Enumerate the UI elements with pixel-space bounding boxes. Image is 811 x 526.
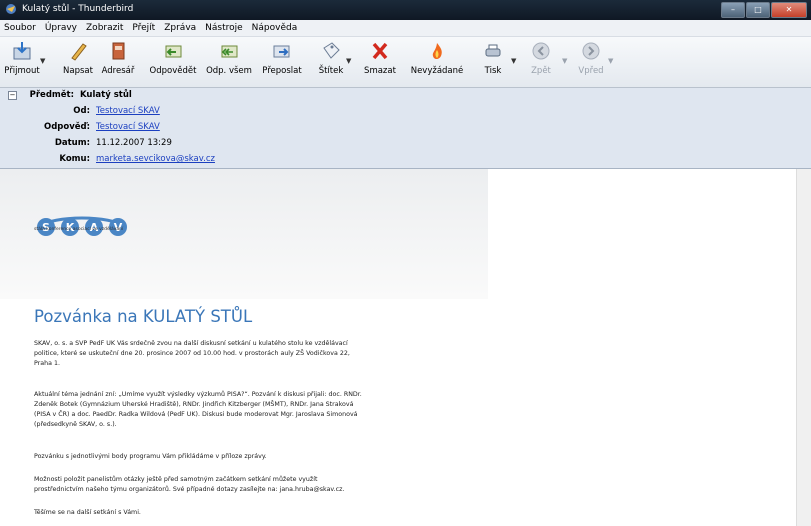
reply-all-button[interactable]: Odp. všem xyxy=(202,40,256,84)
to-link[interactable]: marketa.sevcikova@skav.cz xyxy=(96,154,215,164)
menu-message[interactable]: Zpráva xyxy=(164,23,196,33)
addressbook-button[interactable]: Adresář xyxy=(98,40,138,84)
junk-flame-icon xyxy=(432,43,442,59)
minimize-button[interactable]: – xyxy=(721,2,745,18)
subject-label: Předmět: xyxy=(29,90,74,100)
maximize-button[interactable]: □ xyxy=(746,2,770,18)
reply-to-row: Odpověď: Testovací SKAV xyxy=(0,122,811,134)
date-label: Datum: xyxy=(54,138,90,148)
write-button[interactable]: Napsat xyxy=(58,40,98,84)
paragraph-4: Možnosti položit panelistům otázky ještě… xyxy=(34,476,345,493)
forward-icon xyxy=(273,45,290,58)
tag-dropdown-icon[interactable]: ▼ xyxy=(346,57,351,65)
paragraph-5: Těšíme se na další setkání s Vámi. xyxy=(34,509,141,516)
menu-bar: Soubor Úpravy Zobrazit Přejít Zpráva Nás… xyxy=(0,20,811,37)
menu-tools[interactable]: Nástroje xyxy=(205,23,243,33)
address-book-icon xyxy=(112,42,125,60)
receive-dropdown-icon[interactable]: ▼ xyxy=(40,57,45,65)
next-button[interactable]: Vpřed xyxy=(574,40,608,84)
menu-view[interactable]: Zobrazit xyxy=(86,23,123,33)
reply-button[interactable]: Odpovědět xyxy=(146,40,200,84)
paragraph-3: Pozvánku s jednotlivými body programu Vá… xyxy=(34,453,267,460)
print-dropdown-icon[interactable]: ▼ xyxy=(511,57,516,65)
title-bar: Kulatý stůl - Thunderbird – □ ✕ xyxy=(0,0,811,20)
close-button[interactable]: ✕ xyxy=(771,2,807,18)
printer-icon xyxy=(485,44,501,57)
back-arrow-icon xyxy=(532,42,550,60)
paragraph-1: SKAV, o. s. a SVP PedF UK Vás srdečně zv… xyxy=(34,340,350,367)
tag-button[interactable]: Štítek xyxy=(314,40,348,84)
to-row: Komu: marketa.sevcikova@skav.cz xyxy=(0,154,811,166)
reply-icon xyxy=(165,45,182,58)
subject-value: Kulatý stůl xyxy=(80,90,132,100)
reply-all-icon xyxy=(221,45,238,58)
forward-button[interactable]: Přeposlat xyxy=(258,40,306,84)
message-body: S K A V stálá konference asociací ve vzd… xyxy=(0,169,811,526)
menu-help[interactable]: Nápověda xyxy=(252,23,298,33)
delete-icon xyxy=(372,42,388,60)
vertical-scrollbar[interactable] xyxy=(796,169,811,526)
date-row: Datum: 11.12.2007 13:29 xyxy=(0,138,811,150)
reply-to-label: Odpověď: xyxy=(43,122,90,132)
message-heading: Pozvánka na KULATÝ STŮL xyxy=(34,307,253,326)
message-header: − Předmět: Kulatý stůl Od: Testovací SKA… xyxy=(0,88,811,169)
reply-to-link[interactable]: Testovací SKAV xyxy=(96,122,160,132)
window-title: Kulatý stůl - Thunderbird xyxy=(22,4,134,14)
from-label: Od: xyxy=(73,106,90,116)
menu-edit[interactable]: Úpravy xyxy=(45,23,77,33)
delete-button[interactable]: Smazat xyxy=(360,40,400,84)
thunderbird-app-icon xyxy=(6,4,16,14)
forward-arrow-icon xyxy=(582,42,600,60)
tag-icon xyxy=(323,42,340,59)
back-dropdown-icon[interactable]: ▼ xyxy=(562,57,567,65)
menu-file[interactable]: Soubor xyxy=(4,23,36,33)
print-button[interactable]: Tisk xyxy=(476,40,510,84)
menu-go[interactable]: Přejít xyxy=(132,23,155,33)
date-value: 11.12.2007 13:29 xyxy=(96,138,172,148)
junk-button[interactable]: Nevyžádané xyxy=(408,40,466,84)
next-dropdown-icon[interactable]: ▼ xyxy=(608,57,613,65)
paragraph-2: Aktuální téma jednání zní: „Umíme využít… xyxy=(34,391,362,428)
to-label: Komu: xyxy=(59,154,90,164)
from-link[interactable]: Testovací SKAV xyxy=(96,106,160,116)
logo-tagline: stálá konference asociací ve vzdělávání xyxy=(34,227,124,232)
from-row: Od: Testovací SKAV xyxy=(0,106,811,118)
get-mail-icon xyxy=(13,42,31,60)
receive-button[interactable]: Přijmout xyxy=(2,40,42,84)
subject-row: Předmět: Kulatý stůl xyxy=(0,90,811,102)
toolbar: Přijmout ▼ Napsat Adresář Odpovědět Odp.… xyxy=(0,37,811,88)
back-button[interactable]: Zpět xyxy=(524,40,558,84)
pencil-icon xyxy=(71,43,87,61)
